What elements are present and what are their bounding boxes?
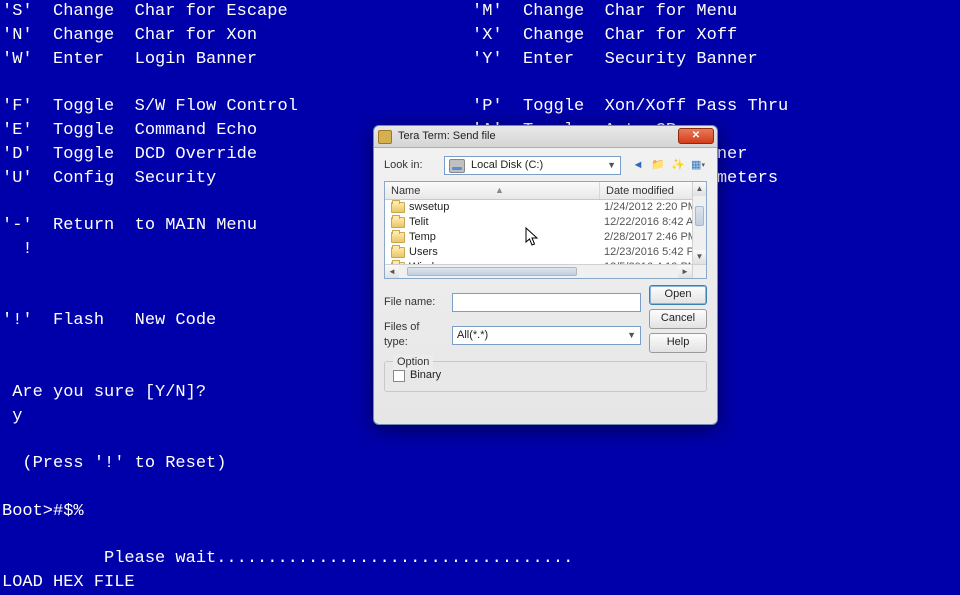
folder-icon: [391, 232, 405, 243]
scroll-down-icon[interactable]: ▼: [693, 250, 706, 264]
file-date: 12/23/2016 5:42 PM: [604, 245, 706, 260]
look-in-value: Local Disk (C:): [471, 158, 543, 173]
filetype-combo[interactable]: All(*.*) ▼: [452, 326, 641, 345]
binary-checkbox[interactable]: [393, 370, 405, 382]
new-folder-button[interactable]: ✨: [669, 157, 687, 175]
chevron-down-icon: ▼: [607, 159, 616, 172]
folder-icon: [391, 217, 405, 228]
vertical-scrollbar[interactable]: ▲ ▼: [692, 182, 706, 264]
back-icon: ◄: [633, 158, 644, 173]
scroll-left-icon[interactable]: ◄: [385, 265, 399, 279]
help-button[interactable]: Help: [649, 333, 707, 353]
file-date: 2/28/2017 2:46 PM: [604, 230, 706, 245]
table-row[interactable]: swsetup1/24/2012 2:20 PM: [385, 200, 706, 215]
file-list-header: Name ▲ Date modified: [385, 182, 706, 200]
new-folder-icon: ✨: [671, 158, 685, 173]
look-in-combo[interactable]: Local Disk (C:) ▼: [444, 156, 621, 175]
view-menu-button[interactable]: ▦▾: [689, 157, 707, 175]
close-button[interactable]: ✕: [678, 128, 714, 144]
col-date-header[interactable]: Date modified: [600, 182, 706, 199]
file-name: Users: [409, 245, 604, 260]
file-date: 12/22/2016 8:42 AM: [604, 215, 706, 230]
open-button[interactable]: Open: [649, 285, 707, 305]
nav-toolbar: ◄ 📁 ✨ ▦▾: [629, 157, 707, 175]
drive-icon: [449, 159, 465, 173]
file-name: Telit: [409, 215, 604, 230]
file-name: swsetup: [409, 200, 604, 215]
folder-up-icon: 📁: [651, 158, 665, 173]
view-icon: ▦: [691, 158, 701, 173]
hscroll-thumb[interactable]: [407, 267, 577, 276]
sort-indicator-icon: ▲: [495, 184, 504, 197]
app-icon: [378, 130, 392, 144]
scroll-up-icon[interactable]: ▲: [693, 182, 706, 196]
chevron-down-icon: ▼: [627, 329, 636, 342]
table-row[interactable]: Users12/23/2016 5:42 PM: [385, 245, 706, 260]
file-date: 1/24/2012 2:20 PM: [604, 200, 706, 215]
filename-input[interactable]: [452, 293, 641, 312]
option-group: Option Binary: [384, 361, 707, 392]
file-list: Name ▲ Date modified swsetup1/24/2012 2:…: [384, 181, 707, 279]
up-one-level-button[interactable]: 📁: [649, 157, 667, 175]
folder-icon: [391, 247, 405, 258]
filename-label: File name:: [384, 295, 446, 310]
filetype-label: Files of type:: [384, 320, 446, 351]
vscroll-thumb[interactable]: [695, 206, 704, 226]
cancel-button[interactable]: Cancel: [649, 309, 707, 329]
col-name-header[interactable]: Name ▲: [385, 182, 600, 199]
back-button[interactable]: ◄: [629, 157, 647, 175]
scroll-corner: [692, 264, 706, 278]
horizontal-scrollbar[interactable]: ◄ ►: [385, 264, 692, 278]
dialog-body: Look in: Local Disk (C:) ▼ ◄ 📁 ✨ ▦▾ Name…: [374, 148, 717, 400]
dialog-title: Tera Term: Send file: [398, 129, 496, 144]
close-icon: ✕: [692, 129, 700, 143]
option-legend: Option: [393, 355, 433, 370]
file-name: Temp: [409, 230, 604, 245]
table-row[interactable]: Temp2/28/2017 2:46 PM: [385, 230, 706, 245]
folder-icon: [391, 202, 405, 213]
send-file-dialog: Tera Term: Send file ✕ Look in: Local Di…: [373, 125, 718, 425]
scroll-right-icon[interactable]: ►: [678, 265, 692, 279]
table-row[interactable]: Telit12/22/2016 8:42 AM: [385, 215, 706, 230]
dialog-titlebar[interactable]: Tera Term: Send file ✕: [374, 126, 717, 148]
look-in-label: Look in:: [384, 158, 440, 173]
